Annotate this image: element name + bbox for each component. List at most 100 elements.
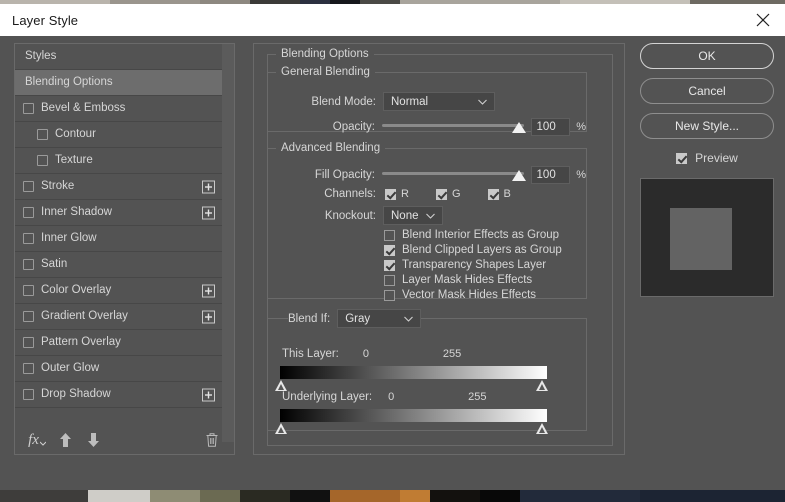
style-row-blending-options[interactable]: Blending Options — [15, 70, 222, 96]
style-row-label: Pattern Overlay — [41, 335, 121, 348]
plus-icon — [205, 391, 212, 398]
underlying-layer-white-handle[interactable] — [536, 423, 548, 434]
style-row-inner-shadow[interactable]: Inner Shadow — [15, 200, 222, 226]
channel-g-toggle[interactable]: G — [435, 188, 461, 200]
style-row-label: Inner Shadow — [41, 205, 112, 218]
channel-g-checkbox[interactable] — [435, 188, 447, 200]
effect-enable-checkbox[interactable] — [23, 103, 34, 114]
advanced-checkbox-vector-mask-hides-effects[interactable]: Vector Mask Hides Effects — [384, 289, 536, 301]
underlying-layer-max: 255 — [468, 391, 487, 403]
checkbox[interactable] — [384, 259, 395, 271]
effect-enable-checkbox[interactable] — [23, 389, 34, 400]
advanced-checkbox-transparency-shapes-layer[interactable]: Transparency Shapes Layer — [384, 259, 546, 271]
channel-r-label: R — [401, 188, 409, 200]
effect-enable-checkbox[interactable] — [23, 363, 34, 374]
advanced-checkbox-layer-mask-hides-effects[interactable]: Layer Mask Hides Effects — [384, 274, 532, 286]
style-row-gradient-overlay[interactable]: Gradient Overlay — [15, 304, 222, 330]
style-row-drop-shadow[interactable]: Drop Shadow — [15, 382, 222, 408]
arrow-up-icon — [59, 433, 71, 447]
checkbox[interactable] — [384, 289, 395, 301]
fill-opacity-slider[interactable] — [381, 167, 526, 183]
effect-enable-checkbox[interactable] — [23, 207, 34, 218]
fx-icon[interactable]: fx — [25, 429, 49, 451]
this-layer-min: 0 — [362, 348, 370, 360]
advanced-checkbox-blend-clipped-layers-as-group[interactable]: Blend Clipped Layers as Group — [384, 244, 562, 256]
layer-style-dialog: Styles Blending Options Bevel & Emboss Cont… — [0, 36, 785, 490]
effect-enable-checkbox[interactable] — [23, 337, 34, 348]
knockout-row: Knockout: None — [268, 206, 586, 225]
checkbox[interactable] — [384, 229, 395, 241]
trash-icon — [206, 433, 218, 447]
underlying-layer-black-handle[interactable] — [275, 423, 287, 434]
add-effect-button[interactable] — [202, 180, 215, 193]
style-row-satin[interactable]: Satin — [15, 252, 222, 278]
style-row-stroke[interactable]: Stroke — [15, 174, 222, 200]
underlying-layer-handles — [275, 423, 548, 435]
preview-toggle[interactable]: Preview — [640, 148, 774, 168]
channel-r-checkbox[interactable] — [385, 188, 396, 200]
close-icon — [756, 13, 770, 27]
checkbox[interactable] — [384, 244, 395, 256]
this-layer-ramp[interactable] — [280, 366, 547, 379]
blend-mode-select[interactable]: Normal — [383, 92, 495, 111]
effect-enable-checkbox[interactable] — [23, 285, 34, 296]
add-effect-button[interactable] — [202, 388, 215, 401]
add-effect-button[interactable] — [202, 206, 215, 219]
add-effect-button[interactable] — [202, 310, 215, 323]
preview-shape — [670, 208, 732, 270]
style-row-styles[interactable]: Styles — [15, 44, 222, 70]
knockout-select[interactable]: None — [383, 206, 443, 225]
fill-opacity-slider-thumb[interactable] — [511, 170, 526, 181]
advanced-blending-group: Advanced Blending Fill Opacity: 100 % Ch… — [267, 142, 587, 301]
channel-b-checkbox[interactable] — [487, 188, 499, 200]
channel-b-toggle[interactable]: B — [487, 188, 511, 200]
arrow-down-icon — [87, 433, 99, 447]
effect-enable-checkbox[interactable] — [37, 155, 48, 166]
effect-enable-checkbox[interactable] — [23, 233, 34, 244]
add-effect-button[interactable] — [202, 284, 215, 297]
effect-enable-checkbox[interactable] — [23, 181, 34, 192]
this-layer-black-handle[interactable] — [275, 380, 287, 391]
style-row-label: Bevel & Emboss — [41, 101, 126, 114]
blend-if-value: Gray — [345, 312, 371, 325]
blend-if-select[interactable]: Gray — [337, 309, 422, 328]
effect-enable-checkbox[interactable] — [37, 129, 48, 140]
checkbox[interactable] — [384, 274, 395, 286]
style-row-label: Inner Glow — [41, 231, 97, 244]
underlying-layer-ramp[interactable] — [280, 409, 547, 422]
underlying-layer-label: Underlying Layer: — [282, 391, 373, 403]
move-down-button[interactable] — [81, 429, 105, 451]
move-up-button[interactable] — [53, 429, 77, 451]
chevron-down-icon — [478, 96, 487, 108]
dialog-buttons-column: OK Cancel New Style... Preview — [640, 43, 774, 297]
this-layer-white-handle[interactable] — [536, 380, 548, 391]
window-titlebar: Layer Style — [0, 4, 785, 36]
new-style-button[interactable]: New Style... — [640, 113, 774, 139]
style-row-color-overlay[interactable]: Color Overlay — [15, 278, 222, 304]
preview-checkbox[interactable] — [676, 152, 688, 164]
style-row-contour[interactable]: Contour — [15, 122, 222, 148]
delete-effect-button[interactable] — [200, 429, 224, 451]
opacity-slider[interactable] — [381, 119, 526, 135]
style-row-bevel-emboss[interactable]: Bevel & Emboss — [15, 96, 222, 122]
general-blending-group: General Blending Blend Mode: Normal Opac… — [267, 66, 587, 136]
close-button[interactable] — [741, 4, 785, 36]
styles-list-scrollbar[interactable] — [222, 44, 234, 442]
style-row-inner-glow[interactable]: Inner Glow — [15, 226, 222, 252]
opacity-input[interactable]: 100 — [530, 118, 571, 136]
style-row-pattern-overlay[interactable]: Pattern Overlay — [15, 330, 222, 356]
fill-opacity-input[interactable]: 100 — [530, 166, 571, 184]
advanced-checkbox-blend-interior-effects-as-group[interactable]: Blend Interior Effects as Group — [384, 229, 559, 241]
styles-list: Styles Blending Options Bevel & Emboss Cont… — [15, 44, 222, 408]
styles-panel: Styles Blending Options Bevel & Emboss Cont… — [14, 43, 235, 455]
effect-enable-checkbox[interactable] — [23, 311, 34, 322]
style-row-texture[interactable]: Texture — [15, 148, 222, 174]
effect-enable-checkbox[interactable] — [23, 259, 34, 270]
style-row-outer-glow[interactable]: Outer Glow — [15, 356, 222, 382]
channel-r-toggle[interactable]: R — [385, 188, 409, 200]
ok-button[interactable]: OK — [640, 43, 774, 69]
opacity-unit: % — [576, 121, 586, 133]
cancel-button[interactable]: Cancel — [640, 78, 774, 104]
plus-icon — [205, 287, 212, 294]
opacity-slider-thumb[interactable] — [511, 122, 526, 133]
